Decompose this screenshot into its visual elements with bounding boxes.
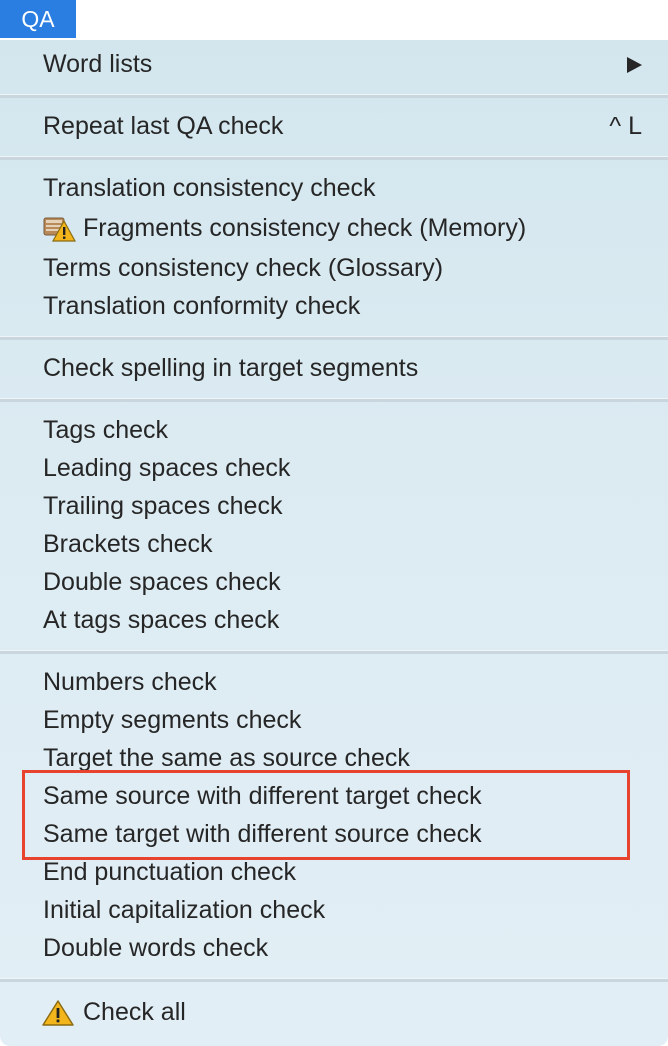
menu-item-repeat-last-qa-check[interactable]: Repeat last QA check ^ L <box>0 107 668 145</box>
keyboard-shortcut: ^ L <box>609 112 642 140</box>
menu-item-check-all[interactable]: Check all <box>0 993 668 1031</box>
menu-item-leading-spaces-check[interactable]: Leading spaces check <box>0 449 668 487</box>
menu-item-label: Translation conformity check <box>43 292 361 320</box>
menu-item-tags-check[interactable]: Tags check <box>0 411 668 449</box>
menu-bar: QA <box>0 0 668 40</box>
memory-warning-icon <box>42 215 77 243</box>
menu-item-label: Trailing spaces check <box>43 492 283 520</box>
menu-item-label: Double words check <box>43 934 269 962</box>
menu-item-label: Translation consistency check <box>43 174 376 202</box>
qa-menu-title[interactable]: QA <box>0 0 76 38</box>
menu-item-label: Leading spaces check <box>43 454 291 482</box>
menu-separator <box>0 94 668 98</box>
menu-item-label: Terms consistency check (Glossary) <box>43 254 444 282</box>
menu-item-label: Fragments consistency check (Memory) <box>83 214 527 242</box>
menu-item-label: Initial capitalization check <box>43 896 326 924</box>
menu-item-fragments-consistency-check[interactable]: Fragments consistency check (Memory) <box>0 209 668 247</box>
highlight-box <box>22 770 630 860</box>
warning-icon <box>42 999 76 1027</box>
qa-dropdown-menu: Word lists Repeat last QA check ^ L Tran… <box>0 40 668 1046</box>
menu-item-label: Tags check <box>43 416 169 444</box>
menu-item-label: At tags spaces check <box>43 606 280 634</box>
menu-separator <box>0 978 668 982</box>
menu-item-label: Numbers check <box>43 668 217 696</box>
menu-item-label: Word lists <box>43 50 153 78</box>
menu-item-initial-capitalization-check[interactable]: Initial capitalization check <box>0 891 668 929</box>
menu-item-trailing-spaces-check[interactable]: Trailing spaces check <box>0 487 668 525</box>
menu-item-translation-consistency-check[interactable]: Translation consistency check <box>0 169 668 207</box>
menu-item-numbers-check[interactable]: Numbers check <box>0 663 668 701</box>
menu-item-check-spelling[interactable]: Check spelling in target segments <box>0 349 668 387</box>
menu-item-label: Check spelling in target segments <box>43 354 419 382</box>
menu-item-brackets-check[interactable]: Brackets check <box>0 525 668 563</box>
menu-item-label: Brackets check <box>43 530 213 558</box>
menu-item-double-spaces-check[interactable]: Double spaces check <box>0 563 668 601</box>
menu-separator <box>0 398 668 402</box>
menu-item-label: Double spaces check <box>43 568 281 596</box>
menu-item-word-lists[interactable]: Word lists <box>0 45 668 83</box>
submenu-arrow-icon <box>627 57 642 73</box>
menu-item-label: Repeat last QA check <box>43 112 284 140</box>
menu-item-label: Empty segments check <box>43 706 302 734</box>
menu-item-terms-consistency-check[interactable]: Terms consistency check (Glossary) <box>0 249 668 287</box>
menu-separator <box>0 336 668 340</box>
menu-separator <box>0 156 668 160</box>
menu-item-double-words-check[interactable]: Double words check <box>0 929 668 967</box>
menu-item-at-tags-spaces-check[interactable]: At tags spaces check <box>0 601 668 639</box>
menu-item-translation-conformity-check[interactable]: Translation conformity check <box>0 287 668 325</box>
menu-separator <box>0 650 668 654</box>
menu-item-label: Check all <box>83 998 186 1026</box>
menu-item-empty-segments-check[interactable]: Empty segments check <box>0 701 668 739</box>
